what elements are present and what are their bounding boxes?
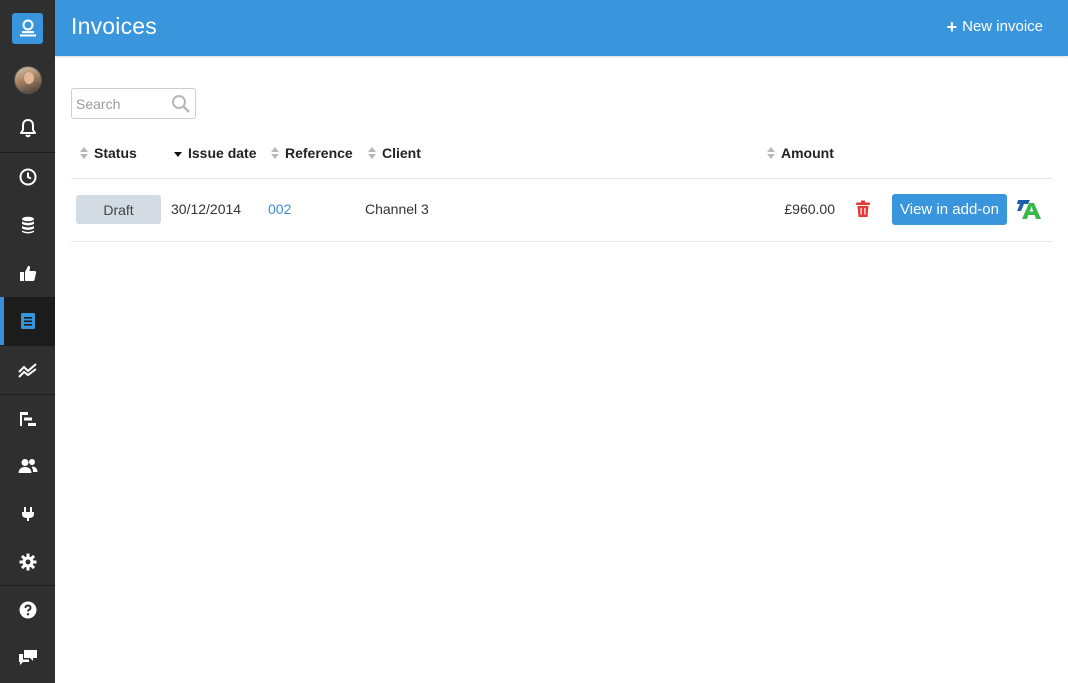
chart-line-icon [17,363,37,378]
thumbs-up-icon [19,265,36,281]
plus-icon: + [946,16,958,37]
sort-icon [79,146,89,160]
sidebar-item-feedback[interactable] [0,634,55,682]
logo-icon [12,12,43,44]
column-label: Status [94,145,137,161]
sidebar-item-profile[interactable] [0,56,55,104]
table-row-divider [71,241,1053,242]
sidebar-item-home[interactable] [0,4,55,52]
sidebar-item-planning[interactable] [0,395,55,443]
chat-icon [18,650,37,665]
gear-icon [19,553,36,571]
sidebar-item-integrations[interactable] [0,490,55,538]
gantt-icon [19,412,36,426]
view-in-addon-button[interactable]: View in add-on [892,194,1007,225]
table-divider [71,178,1053,179]
sidebar-item-approvals[interactable] [0,249,55,297]
database-icon [21,216,34,234]
addon-logo-icon[interactable] [1016,197,1042,221]
sidebar-item-reports[interactable] [0,346,55,394]
column-header-issue-date[interactable]: Issue date [173,145,256,161]
client-cell: Channel 3 [365,201,429,217]
new-invoice-button[interactable]: + New invoice [946,16,1043,37]
users-icon [18,459,37,473]
avatar [13,66,42,94]
search-box [71,88,196,119]
help-icon [19,601,36,619]
top-bar: Invoices + New invoice [55,0,1068,56]
sort-icon [270,146,280,160]
column-header-status[interactable]: Status [79,145,137,161]
column-label: Issue date [188,145,257,161]
column-header-amount[interactable]: Amount [766,145,834,161]
sidebar-item-data[interactable] [0,201,55,249]
column-label: Amount [781,145,834,161]
plug-icon [21,507,34,521]
trash-icon[interactable] [855,200,871,218]
reference-link[interactable]: 002 [268,201,291,218]
status-badge: Draft [76,195,161,224]
bell-icon [19,119,36,138]
sidebar-item-time[interactable] [0,153,55,201]
sidebar-item-help[interactable] [0,586,55,634]
column-label: Client [382,145,421,161]
invoice-icon [20,313,35,329]
column-header-client[interactable]: Client [367,145,421,161]
amount-cell: £960.00 [784,201,835,217]
new-invoice-label: New invoice [962,18,1043,35]
sidebar-item-invoices[interactable] [0,297,55,345]
column-header-reference[interactable]: Reference [270,145,353,161]
sidebar [0,0,55,683]
clock-icon [19,168,36,186]
issue-date-cell: 30/12/2014 [171,201,242,217]
sort-icon [766,146,776,160]
sidebar-item-notifications[interactable] [0,104,55,152]
page-title: Invoices [71,13,157,39]
search-input[interactable] [76,95,168,113]
sidebar-item-people[interactable] [0,442,55,490]
sort-descending-icon [173,146,183,160]
sort-icon [367,146,377,160]
column-label: Reference [285,145,353,161]
sidebar-item-settings[interactable] [0,538,55,586]
search-icon[interactable] [171,94,191,114]
